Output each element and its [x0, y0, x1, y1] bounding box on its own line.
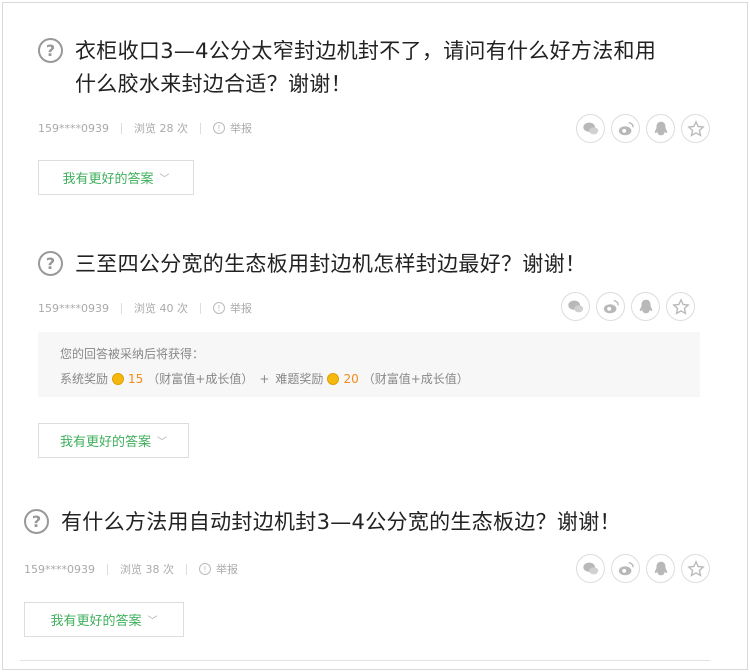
chevron-down-icon: ﹀ — [157, 437, 167, 448]
share-bar — [555, 292, 695, 321]
coin-icon — [327, 372, 340, 385]
chevron-down-icon: ﹀ — [147, 616, 158, 627]
user-id: 159****0939 — [24, 562, 95, 576]
better-answer-button[interactable]: 我有更好的答案 ﹀ — [38, 160, 194, 195]
better-answer-button[interactable]: 我有更好的答案 ﹀ — [38, 423, 189, 458]
report-link[interactable]: 举报 — [230, 120, 252, 136]
question-title-line2: 什么胶水来封边合适？谢谢！ — [75, 72, 352, 96]
report-icon: ! — [213, 122, 225, 134]
question-title-line1: 三至四公分宽的生态板用封边机怎样封边最好？谢谢！ — [75, 252, 587, 276]
bottom-divider — [20, 660, 710, 661]
chevron-down-icon: ﹀ — [159, 174, 170, 185]
reward-plus: + — [259, 371, 270, 386]
divider — [186, 563, 187, 575]
question-title[interactable]: ? 有什么方法用自动封边机封3—4公分宽的生态板边？谢谢！ — [24, 506, 621, 539]
question-title-line1: 衣柜收口3—4公分太窄封边机封不了，请问有什么好方法和用 — [75, 39, 657, 63]
user-id: 159****0939 — [38, 301, 109, 315]
wechat-icon[interactable] — [576, 554, 605, 583]
question-title[interactable]: ? 衣柜收口3—4公分太窄封边机封不了，请问有什么好方法和用 什么胶水来封边合适… — [38, 35, 656, 101]
user-id: 159****0939 — [38, 121, 109, 135]
view-count: 浏览 28 次 — [134, 122, 188, 135]
question-title[interactable]: ? 三至四公分宽的生态板用封边机怎样封边最好？谢谢！ — [38, 248, 586, 281]
report-link[interactable]: 举报 — [230, 300, 252, 316]
weibo-icon[interactable] — [611, 114, 640, 143]
reward-panel: 您的回答被采纳后将获得： 系统奖励 15 （财富值+成长值） + 难题奖励 20… — [38, 332, 700, 397]
question-meta: 159****0939 浏览 28 次 ! 举报 — [38, 120, 252, 136]
system-reward-note: （财富值+成长值） — [147, 372, 254, 386]
view-count: 浏览 40 次 — [134, 302, 188, 315]
share-bar — [570, 114, 710, 143]
question-meta: 159****0939 浏览 38 次 ! 举报 — [24, 561, 238, 577]
report-icon: ! — [199, 563, 211, 575]
qq-icon[interactable] — [631, 292, 660, 321]
qq-icon[interactable] — [646, 554, 675, 583]
system-reward-value: 15 — [128, 371, 144, 386]
divider — [121, 302, 122, 314]
wechat-icon[interactable] — [561, 292, 590, 321]
divider — [107, 563, 108, 575]
question-mark-icon: ? — [24, 509, 49, 534]
puzzle-reward-note: （财富值+成长值） — [362, 372, 469, 386]
question-mark-icon: ? — [38, 251, 63, 276]
question-mark-icon: ? — [38, 38, 63, 63]
report-link[interactable]: 举报 — [216, 561, 238, 577]
divider — [200, 122, 201, 134]
better-answer-label: 我有更好的答案 — [50, 614, 142, 629]
coin-icon — [112, 372, 125, 385]
reward-heading: 您的回答被采纳后将获得： — [60, 347, 205, 361]
reward-details: 系统奖励 15 （财富值+成长值） + 难题奖励 20 （财富值+成长值） — [60, 370, 678, 387]
weibo-icon[interactable] — [611, 554, 640, 583]
view-count: 浏览 38 次 — [120, 563, 174, 576]
better-answer-label: 我有更好的答案 — [59, 435, 151, 450]
puzzle-reward-value: 20 — [343, 371, 359, 386]
wechat-icon[interactable] — [576, 114, 605, 143]
star-icon[interactable] — [666, 292, 695, 321]
better-answer-button[interactable]: 我有更好的答案 ﹀ — [24, 602, 184, 637]
divider — [121, 122, 122, 134]
qq-icon[interactable] — [646, 114, 675, 143]
divider — [200, 302, 201, 314]
report-icon: ! — [213, 302, 225, 314]
star-icon[interactable] — [681, 114, 710, 143]
question-meta: 159****0939 浏览 40 次 ! 举报 — [38, 300, 252, 316]
star-icon[interactable] — [681, 554, 710, 583]
share-bar — [570, 554, 710, 583]
better-answer-label: 我有更好的答案 — [62, 172, 154, 187]
system-reward-label: 系统奖励 — [60, 372, 109, 386]
question-title-line1: 有什么方法用自动封边机封3—4公分宽的生态板边？谢谢！ — [61, 510, 621, 534]
weibo-icon[interactable] — [596, 292, 625, 321]
puzzle-reward-label: 难题奖励 — [275, 372, 324, 386]
